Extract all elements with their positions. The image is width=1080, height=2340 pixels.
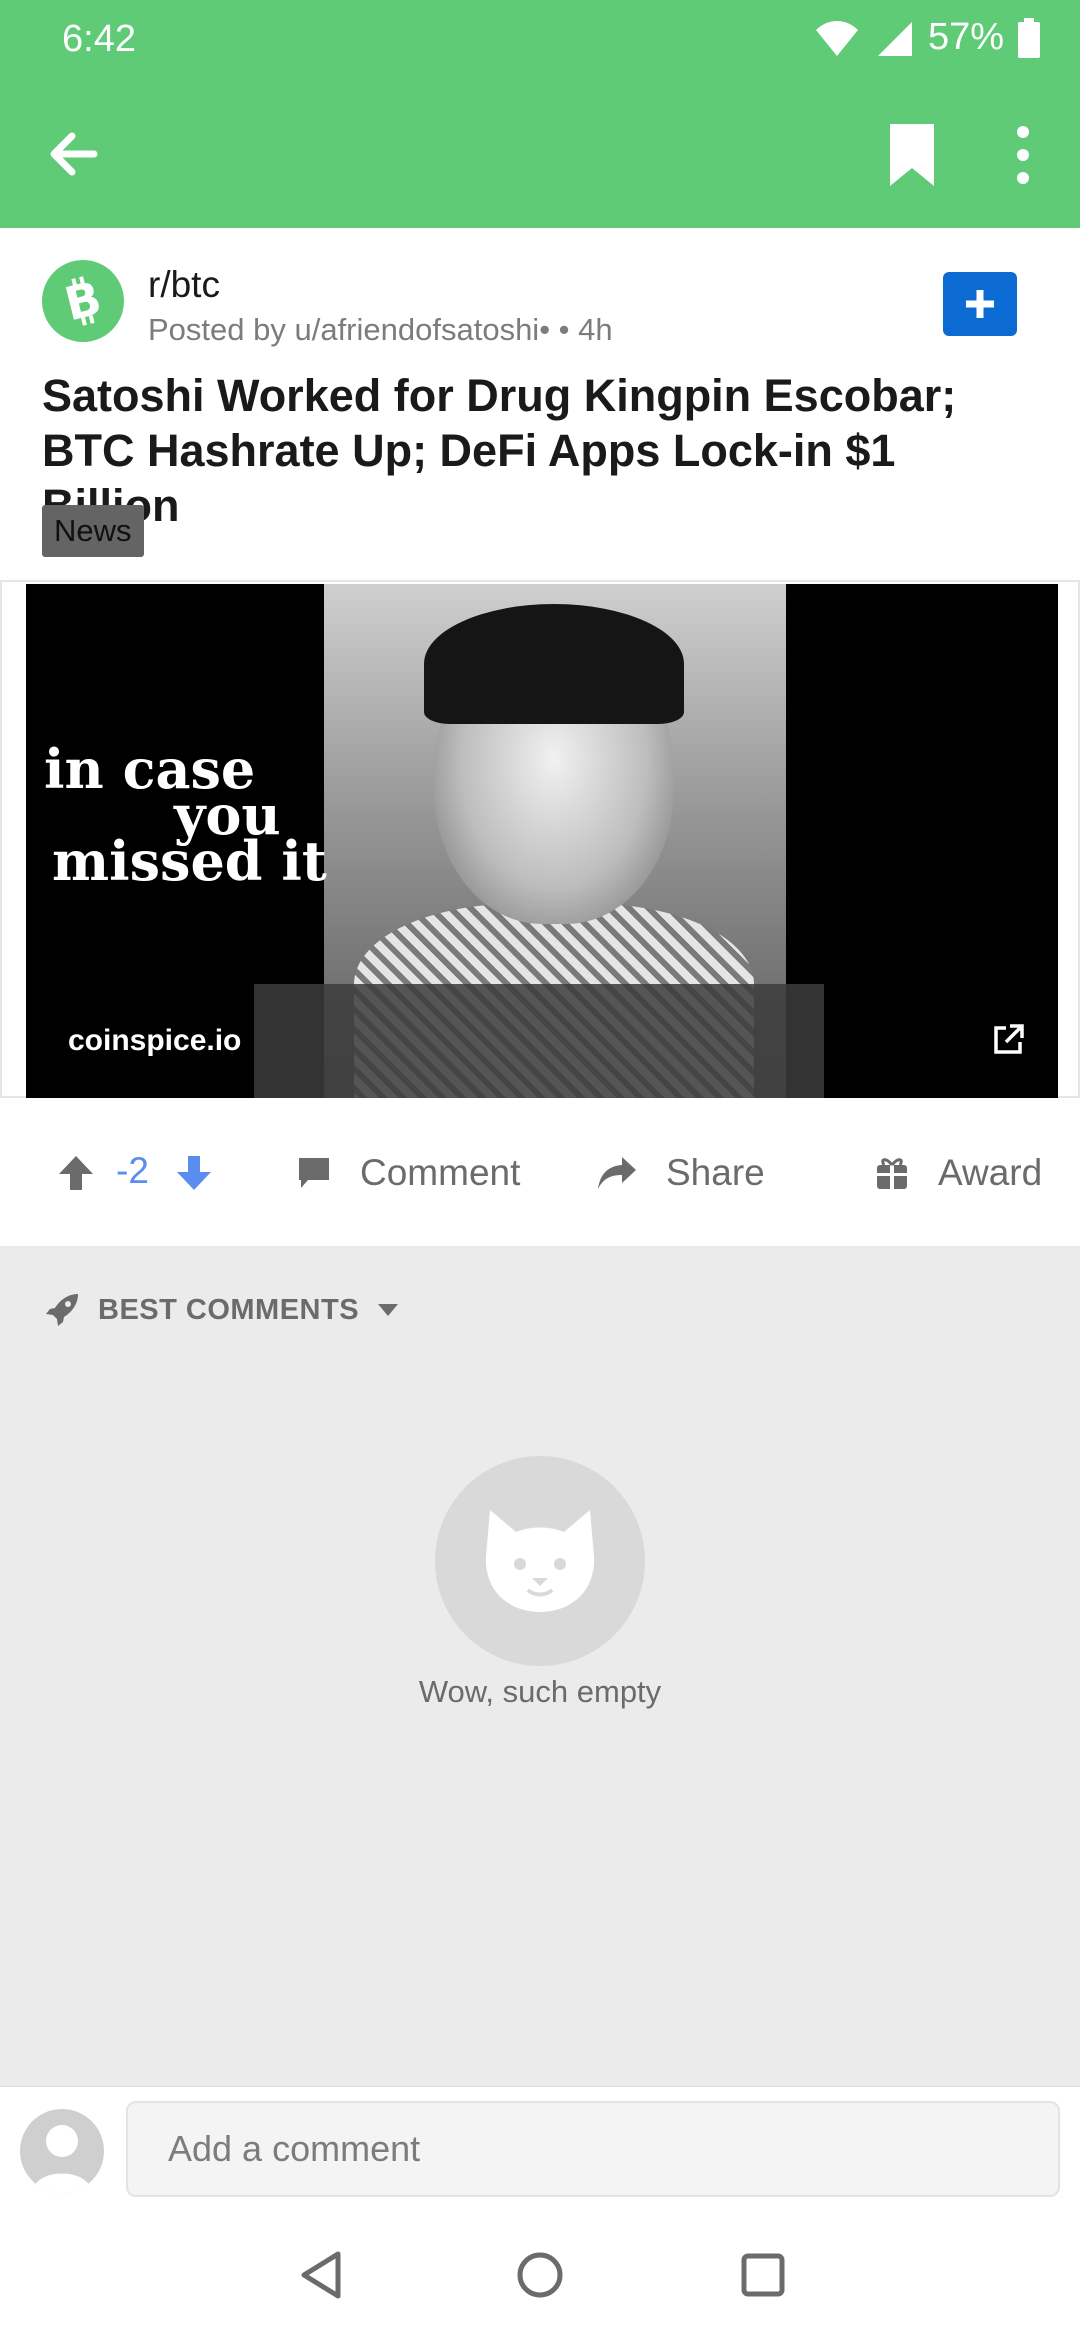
comment-bubble-icon: [299, 1158, 329, 1188]
subreddit-name[interactable]: r/btc: [148, 264, 220, 306]
gift-icon: [877, 1158, 907, 1189]
external-link-icon[interactable]: [990, 1022, 1026, 1058]
system-nav-bar: [0, 2210, 1080, 2340]
status-icons: 57%: [814, 16, 1040, 59]
award-button[interactable]: Award: [874, 1100, 1042, 1246]
comment-button[interactable]: Comment: [296, 1100, 520, 1246]
downvote-arrow-icon: [177, 1156, 211, 1190]
share-arrow-icon: [598, 1157, 636, 1189]
comment-label: Comment: [360, 1152, 521, 1193]
user-avatar[interactable]: [20, 2109, 104, 2193]
wifi-icon: [815, 20, 858, 56]
upvote-arrow-icon: [59, 1156, 93, 1190]
upvote-button[interactable]: [56, 1100, 96, 1246]
status-time: 6:42: [62, 18, 136, 60]
share-label: Share: [666, 1152, 765, 1193]
overlay-line-3: missed it: [52, 829, 327, 893]
plus-icon: [966, 290, 994, 318]
user-silhouette-icon: [32, 2125, 92, 2193]
nav-back-icon[interactable]: [294, 2248, 348, 2302]
nav-recents-icon[interactable]: [736, 2248, 790, 2302]
bitcoin-cash-icon: B: [59, 273, 106, 329]
preview-domain[interactable]: coinspice.io: [68, 1024, 241, 1058]
add-comment-input[interactable]: Add a comment: [126, 2101, 1060, 2197]
portrait-hair: [424, 604, 684, 724]
post-actions: -2 Comment Share Award: [0, 1100, 1080, 1246]
battery-percent: 57%: [927, 16, 1004, 58]
back-arrow-icon[interactable]: [44, 124, 104, 184]
rocket-icon: [46, 1294, 78, 1326]
vote-score: -2: [116, 1150, 149, 1191]
join-button[interactable]: [943, 272, 1017, 336]
post-title[interactable]: Satoshi Worked for Drug Kingpin Escobar;…: [42, 368, 1042, 533]
portrait-image: [254, 584, 824, 1098]
empty-state-text: Wow, such empty: [418, 1674, 662, 1709]
battery-icon: [1018, 17, 1040, 58]
empty-state-illustration: [435, 1456, 645, 1666]
post-meta[interactable]: Posted by u/afriendofsatoshi• • 4h: [148, 312, 613, 348]
portrait-placard: [254, 984, 824, 1098]
subreddit-avatar[interactable]: B: [42, 260, 124, 342]
caret-down-icon: [378, 1304, 399, 1316]
comment-sort-selector[interactable]: BEST COMMENTS: [44, 1292, 399, 1328]
link-preview[interactable]: in case you missed it coinspice.io: [0, 580, 1080, 1098]
comment-composer: Add a comment: [0, 2086, 1080, 2210]
preview-overlay-text: in case you missed it: [44, 742, 327, 893]
nav-home-icon[interactable]: [513, 2248, 567, 2302]
bookmark-icon[interactable]: [884, 122, 940, 188]
post-header: B r/btc Posted by u/afriendofsatoshi• • …: [0, 228, 1080, 580]
downvote-button[interactable]: [174, 1100, 214, 1246]
app-bar: [0, 80, 1080, 228]
status-bar: 6:42 57%: [0, 0, 1080, 80]
signal-icon: [877, 21, 912, 56]
more-options-icon[interactable]: [1006, 124, 1040, 186]
post-flair[interactable]: News: [42, 505, 144, 557]
preview-image[interactable]: in case you missed it coinspice.io: [26, 584, 1058, 1098]
sort-label: BEST COMMENTS: [98, 1293, 360, 1326]
award-label: Award: [938, 1152, 1043, 1193]
comments-section: BEST COMMENTS Wow, such empty: [0, 1246, 1080, 2086]
cat-face-icon: [485, 1510, 595, 1612]
share-button[interactable]: Share: [596, 1100, 765, 1246]
